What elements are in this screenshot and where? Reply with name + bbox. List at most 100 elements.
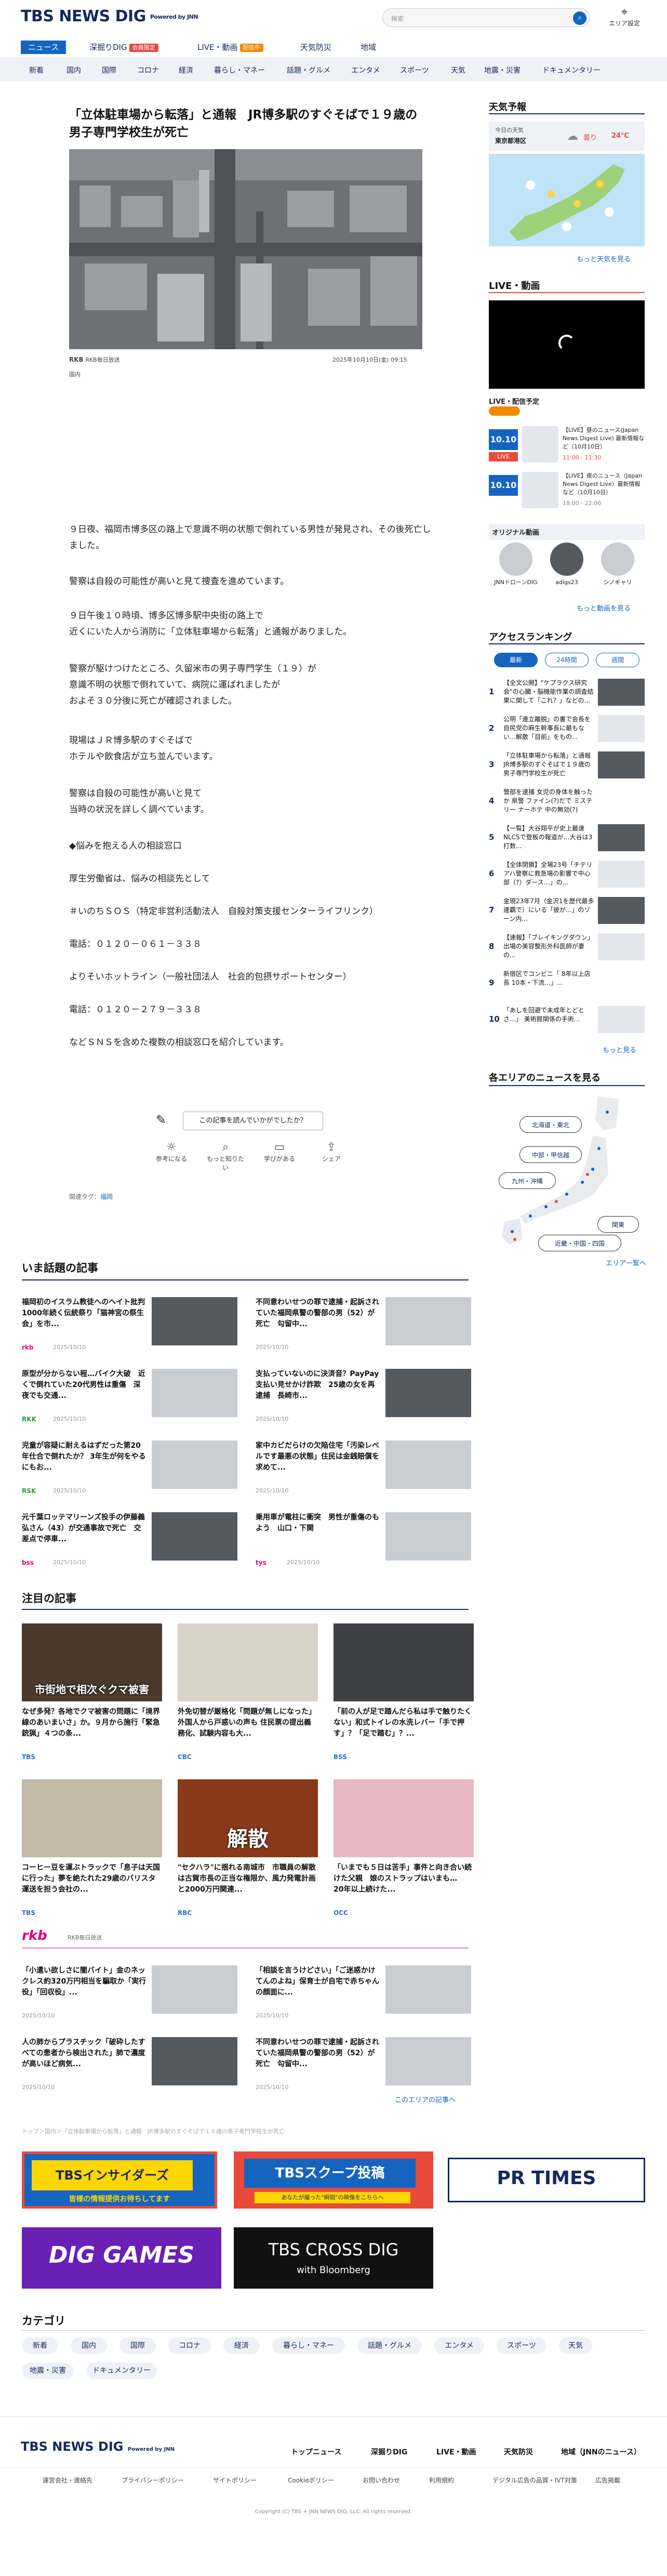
ranking-tab-24h[interactable]: 24時間 [545, 653, 589, 667]
footer-nav-link[interactable]: 深掘りDIG [371, 2447, 407, 2457]
featured-card[interactable]: 「前の人が足で踏んだら私は手で触りたくない」和式トイレの水洗レバー「手で押す」？… [334, 1623, 474, 1761]
trending-card[interactable]: 不同意わいせつの罪で逮捕・起訴されていた福岡県警の警部の男（52）が死亡 勾留中… [256, 1297, 474, 1353]
footer-link[interactable]: プライバシーポリシー [122, 2476, 184, 2485]
ranking-item[interactable]: 5 【一覧】大谷翔平が史上最速NLCSで登板の報道が…大谷は3打数... [489, 822, 645, 855]
live-more-link[interactable]: もっと動画を見る [577, 603, 631, 613]
trending-card[interactable]: 児童が容疑に耐えるはずだった第20年仕合で倒れたか？ 3年生が何をやるにもお..… [22, 1441, 240, 1497]
weather-today[interactable]: 今日の天気 東京都港区 ☁ 曇り 24℃ [489, 122, 645, 151]
weather-map[interactable] [489, 154, 645, 246]
ranking-item[interactable]: 8 【速報】「ブレイキングダウン」出場の美容整形外科医師が妻の... [489, 931, 645, 965]
nav-cat-money[interactable]: 暮らし・マネー [214, 65, 265, 75]
area-btn-chubu[interactable]: 中部・甲信越 [519, 1146, 582, 1163]
local-more-link[interactable]: このエリアの記事へ [395, 2094, 456, 2104]
local-card[interactable]: 「小遣い欲しさに闇バイト」金のネックレス約320万円相当を騙取か「実行役」「回収… [22, 1965, 240, 2022]
local-card[interactable]: 「相談を言うけどさい」「ご迷惑かけてんのよね」保育士が自宅で赤ちゃんの顔面に..… [256, 1965, 474, 2022]
area-btn-hokkaido-tohoku[interactable]: 北海道・東北 [519, 1116, 582, 1133]
feedback-helpful[interactable]: ☼ 参考になる [151, 1141, 192, 1163]
original-video-item[interactable]: JNNドローンDIG [493, 543, 539, 595]
feedback-question[interactable]: この記事を読んでいかがでしたか？ [183, 1112, 323, 1130]
weather-more-link[interactable]: もっと天気を見る [577, 254, 631, 263]
area-btn-kinki[interactable]: 近畿・中国・四国 [538, 1235, 621, 1251]
article-category[interactable]: 国内 [69, 370, 81, 378]
nav-weather[interactable]: 天気防災 [300, 41, 331, 54]
footer-nav-link[interactable]: 地域（JNNのニュース） [561, 2447, 641, 2457]
footer-nav-link[interactable]: 天気防災 [504, 2447, 533, 2457]
area-btn-kanto[interactable]: 関東 [597, 1216, 639, 1233]
category-chip[interactable]: 話題・グルメ [357, 2337, 422, 2354]
banner-cross-dig[interactable]: TBS CROSS DIG with Bloomberg [234, 2227, 433, 2289]
tag-link[interactable]: 福岡 [100, 1193, 113, 1200]
footer-link[interactable]: デジタル広告の品質・IVT対策 [492, 2476, 577, 2485]
footer-link[interactable]: 利用規約 [429, 2476, 454, 2485]
ranking-item[interactable]: 2 公明「連立離脱」の裏で会長を自民党の麻生幹事長に最もない…解散「目前」をもの.… [489, 713, 645, 746]
ranking-tab-latest[interactable]: 最新 [494, 653, 538, 667]
featured-card[interactable]: 外免切替が厳格化「問題が無しになった」外国人から戸惑いの声も 住民票の提出義務化… [178, 1623, 318, 1761]
ranking-item[interactable]: 7 金現23年7月（金沢1を歴代最多連覇で）にいる「彼が...」のゾーン内... [489, 895, 645, 928]
ranking-item[interactable]: 10 「あしを回避で未成年とどとさ…」 美術館関係の手術... [489, 1004, 645, 1037]
areas-more-link[interactable]: エリア一覧へ [606, 1258, 646, 1267]
nav-cat-disaster[interactable]: 地震・災害 [484, 65, 521, 75]
feedback-learn[interactable]: ▭ 学びがある [259, 1141, 300, 1163]
trending-card[interactable]: 家中カビだらけの欠陥住宅「汚染レベルです最悪の状態」住民は金銭賠償を求めて...… [256, 1441, 474, 1497]
footer-link[interactable]: Cookieポリシー [288, 2476, 334, 2485]
trending-card[interactable]: 支払っていないのに決済音？PayPay支払い見せかけ詐欺 25歳の女を再逮捕 長… [256, 1369, 474, 1425]
nav-cat-weather[interactable]: 天気 [451, 65, 465, 75]
nav-cat-international[interactable]: 国際 [102, 65, 116, 75]
banner-scoop[interactable]: TBSスクープ投稿 あなたが撮った"瞬間"の映像をこちらへ [234, 2151, 433, 2209]
footer-link[interactable]: サイトポリシー [213, 2476, 257, 2485]
banner-dig-games[interactable]: DIG GAMES [22, 2227, 221, 2289]
category-chip[interactable]: ドキュメンタリー [86, 2362, 157, 2379]
area-settings-button[interactable]: ⌖ エリア設定 [609, 6, 640, 28]
search-input[interactable]: 検索 ⌕ [382, 8, 590, 27]
ranking-item[interactable]: 9 新宿区でコンビニ「 8年以上店長 10本・下流…」... [489, 968, 645, 1001]
breadcrumb[interactable]: トップ＞国内＞「立体駐車場から転落」と通報 JR博多駅のすぐそばで１９歳の男子専… [22, 2127, 469, 2135]
footer-nav-link[interactable]: LIVE・動画 [436, 2447, 476, 2457]
featured-card[interactable]: 解散 "セクハラ"に揺れる南城市 市職員の解散は古賀市長の正当な権限か、風力発電計… [178, 1779, 318, 1917]
ranking-item[interactable]: 3 「立体駐車場から転落」と通報 JR博多駅のすぐそばで１９歳の男子専門学校生が死… [489, 749, 645, 783]
feedback-share[interactable]: ⇪ シェア [311, 1141, 352, 1163]
feedback-more[interactable]: ⌕ もっと知りたい [205, 1141, 246, 1172]
nav-dig[interactable]: 深掘りDIG 会員限定 [89, 41, 158, 54]
live-video-player[interactable] [489, 300, 645, 389]
nav-live[interactable]: LIVE・動画 配信中 [197, 41, 263, 54]
trending-card[interactable]: 乗用車が電柱に衝突 男性が重傷のもよう 山口・下関 tys 2025/10/10 [256, 1512, 474, 1568]
local-card[interactable]: 不同意わいせつの罪で逮捕・起訴されていた福岡県警の警部の男（52）が死亡 勾留中… [256, 2037, 474, 2093]
category-chip[interactable]: コロナ [168, 2337, 211, 2354]
category-chip[interactable]: スポーツ [497, 2337, 546, 2354]
ranking-tab-weekly[interactable]: 週間 [596, 653, 639, 667]
featured-card[interactable]: 市街地で相次ぐクマ被害 なぜ多発？各地でクマ被害の問題に「境界線のあいまいさ」か。… [22, 1623, 162, 1761]
footer-link[interactable]: 運営会社・連絡先 [43, 2476, 92, 2485]
search-icon[interactable]: ⌕ [573, 11, 586, 25]
footer-logo[interactable]: TBS NEWS DIG Powered by JNN [21, 2439, 175, 2454]
category-chip[interactable]: エンタメ [434, 2337, 484, 2354]
category-chip[interactable]: 国内 [71, 2337, 107, 2354]
live-schedule-item[interactable]: 10.10 【LIVE】夜のニュース（Japan News Digest Live… [489, 472, 645, 511]
ranking-item[interactable]: 6 【全体閉鎖】全場23号「チテリアハ警察に救急場の影響で中心部（?）ダース…」の… [489, 858, 645, 892]
nav-area[interactable]: 地域 [361, 41, 376, 54]
trending-card[interactable]: 元千葉ロッテマリーンズ投手の伊藤義弘さん（43）が交通事故で死亡 交差点で停車.… [22, 1512, 240, 1568]
featured-card[interactable]: コーヒー豆を運ぶトラックで「息子は天国に行った」夢を絶たれた29歳のバリスタ 運… [22, 1779, 162, 1917]
nav-cat-sports[interactable]: スポーツ [400, 65, 429, 75]
featured-card[interactable]: 「いまでも５日は苦手」事件と向き合い続けた父親 娘のストラップはいまも… 20年… [334, 1779, 474, 1917]
nav-cat-gourmet[interactable]: 話題・グルメ [287, 65, 330, 75]
nav-cat-documentary[interactable]: ドキュメンタリー [542, 65, 601, 75]
nav-news[interactable]: ニュース [21, 41, 66, 54]
category-chip[interactable]: 経済 [223, 2337, 260, 2354]
ranking-more-link[interactable]: もっと見る [603, 1045, 636, 1054]
category-chip[interactable]: 国際 [119, 2337, 156, 2354]
trending-card[interactable]: 福岡初のイスラム教徒へのヘイト批判 1000年続く伝統祭り「猫神宮の祭生会」を市… [22, 1297, 240, 1353]
nav-cat-domestic[interactable]: 国内 [66, 65, 81, 75]
trending-card[interactable]: 原型が分からない程…バイク大破 近くで倒れていた20代男性は重傷 深夜でも交通.… [22, 1369, 240, 1425]
footer-link[interactable]: お問い合わせ [363, 2476, 400, 2485]
category-chip[interactable]: 暮らし・マネー [272, 2337, 345, 2354]
live-schedule-item[interactable]: 10.10 LIVE 【LIVE】昼のニュース(Japan News Digest … [489, 426, 645, 466]
original-video-item[interactable]: adigs23 [544, 543, 590, 595]
footer-nav-link[interactable]: トップニュース [291, 2447, 341, 2457]
original-video-item[interactable]: シノギャリ [595, 543, 641, 595]
ranking-item[interactable]: 1 【全文公開】"ケプラクス研究会"の心臓・脳機能作業の調査結果に関して「これ？」… [489, 677, 645, 710]
ranking-item[interactable]: 4 警部を逮捕 女児の身体を触ったか 県警 ファイン(?)だで ミステリー ナーホ… [489, 786, 645, 819]
footer-link[interactable]: 広告掲載 [595, 2476, 620, 2485]
category-chip[interactable]: 地震・災害 [22, 2362, 74, 2379]
nav-cat-corona[interactable]: コロナ [137, 65, 159, 75]
rkb-logo[interactable]: rkb [22, 1928, 47, 1944]
